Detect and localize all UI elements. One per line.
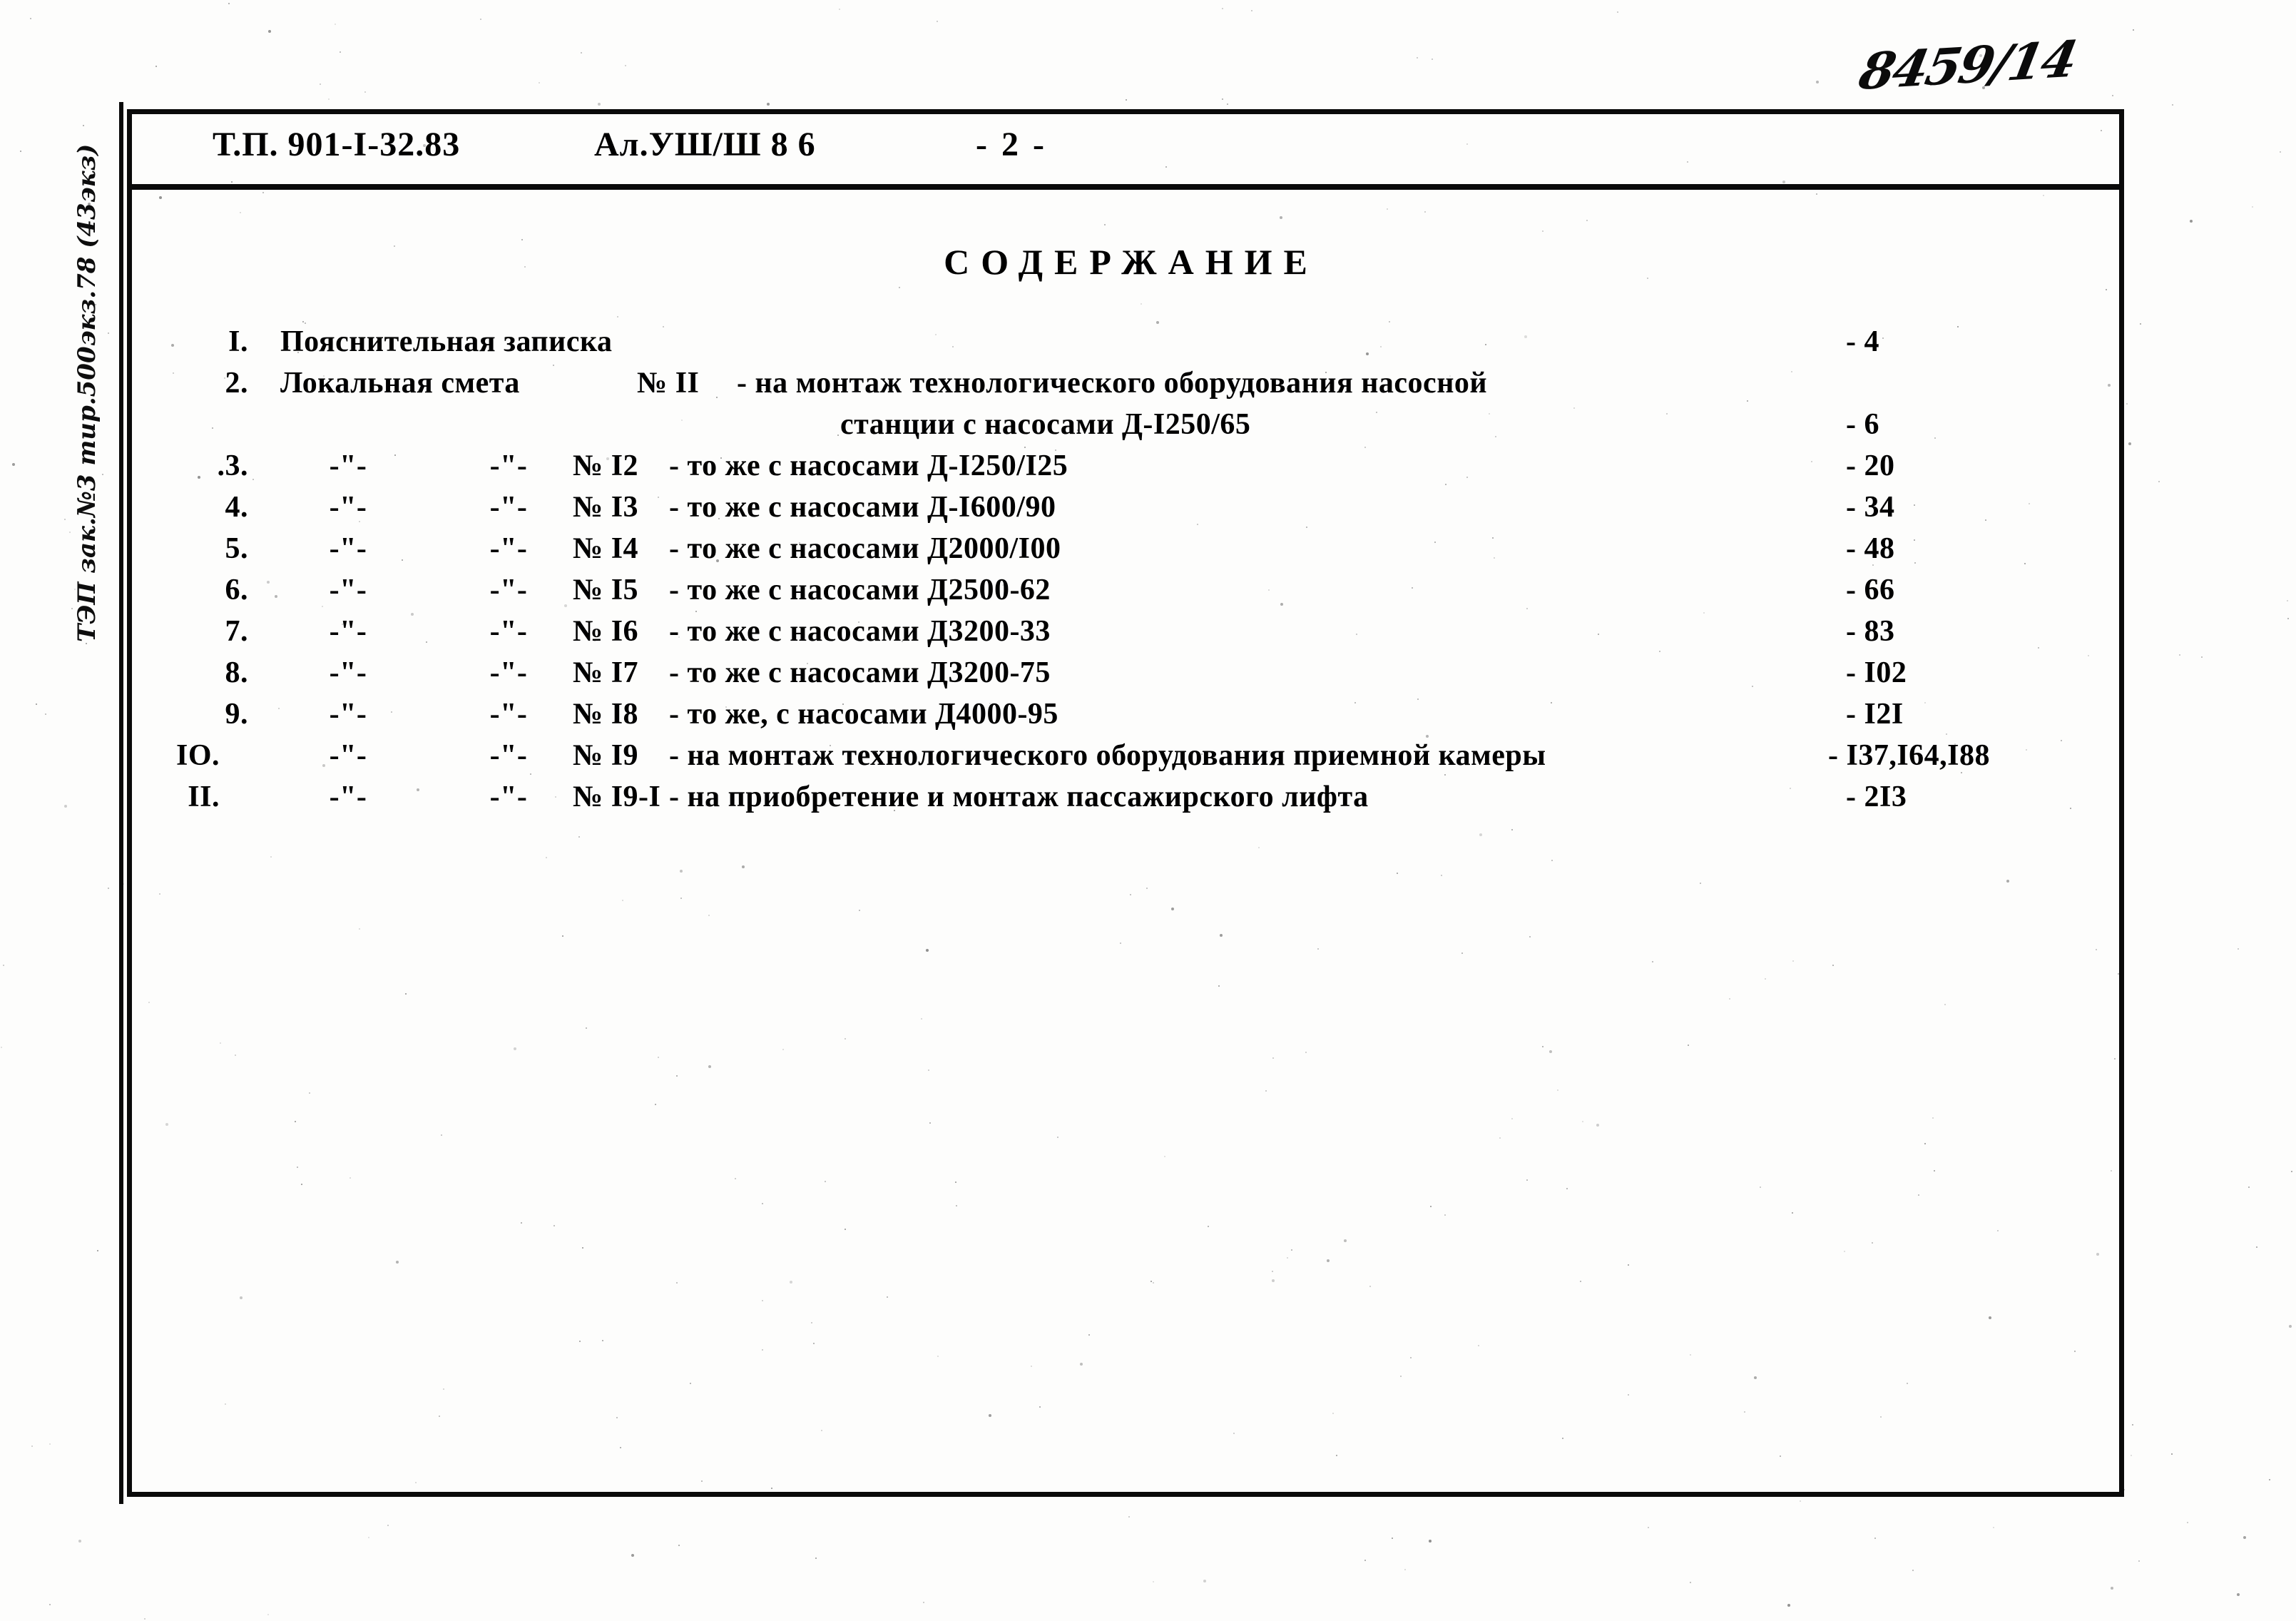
scanned-page: 8459/14 ТЭП зак.№3 тир.500экз.78 (43экз)… [0, 0, 2296, 1621]
toc-row-number: 2. [225, 367, 248, 400]
toc-item-number: № I4 [573, 532, 639, 565]
toc-row-description: - на приобретение и монтаж пассажирского… [669, 781, 1369, 813]
toc-row: .3. -"- -"- № I2 - то же с насосами Д-I2… [127, 449, 2124, 490]
toc-row: 9. -"- -"- № I8 - то же, с насосами Д400… [127, 697, 2124, 738]
toc-row-number: 9. [225, 698, 248, 731]
toc-row-number: 5. [225, 532, 248, 565]
ditto-mark: -"- [329, 491, 367, 524]
toc-row: II. -"- -"- № I9-I - на приобретение и м… [127, 780, 2124, 821]
toc-item-number: № I7 [573, 656, 639, 689]
toc-row-continuation: станции с насосами Д-I250/65 - 6 [127, 407, 2124, 449]
toc-row-description: - то же с насосами Д3200-33 [669, 615, 1051, 648]
toc-row-page: - I2I [1846, 698, 1904, 731]
toc-row: 5. -"- -"- № I4 - то же с насосами Д2000… [127, 532, 2124, 573]
ditto-mark: -"- [489, 781, 528, 813]
ditto-mark: -"- [489, 449, 528, 482]
ditto-mark: -"- [329, 574, 367, 606]
ditto-mark: -"- [329, 532, 367, 565]
toc-row-number: .3. [217, 449, 248, 482]
toc-row: 6. -"- -"- № I5 - то же с насосами Д2500… [127, 573, 2124, 614]
toc-item-number: № I5 [573, 574, 639, 606]
toc-row-page: - 66 [1846, 574, 1895, 606]
document-code: Т.П. 901-I-32.83 [213, 126, 461, 163]
toc-item-number: № I6 [573, 615, 639, 648]
toc-row-description: - то же с насосами Д-I600/90 [669, 491, 1056, 524]
toc-row-description: - на монтаж технологического оборудовани… [669, 739, 1546, 772]
toc-row-description: - то же, с насосами Д4000-95 [669, 698, 1058, 731]
toc-row: 4. -"- -"- № I3 - то же с насосами Д-I60… [127, 490, 2124, 532]
toc-item-number: № I9 [573, 739, 639, 772]
toc-row-number: IO. [175, 739, 220, 772]
toc-row-page: - 20 [1846, 449, 1895, 482]
handwritten-margin-note: ТЭП зак.№3 тир.500экз.78 (43экз) [73, 143, 101, 642]
page-marker: - 2 - [976, 126, 1047, 163]
toc-item-number: № I8 [573, 698, 639, 731]
ditto-mark: -"- [329, 615, 367, 648]
ditto-mark: -"- [329, 698, 367, 731]
toc-row-description: - то же с насосами Д3200-75 [669, 656, 1051, 689]
toc-item-number: № I9-I [573, 781, 661, 813]
toc-row-number: 8. [225, 656, 248, 689]
toc-row-description: - то же с насосами Д2000/I00 [669, 532, 1061, 565]
toc-row-label: Локальная смета [280, 367, 520, 400]
contents-heading: СОДЕРЖАНИЕ [944, 242, 1319, 282]
ditto-mark: -"- [329, 656, 367, 689]
header-band: Т.П. 901-I-32.83 Ал.УШ/Ш 8 6 - 2 - [127, 109, 2124, 190]
toc-row: I. Пояснительная записка - 4 [127, 325, 2124, 366]
toc-row-number: 6. [225, 574, 248, 606]
toc-row-description: - то же с насосами Д-I250/I25 [669, 449, 1068, 482]
ditto-mark: -"- [329, 449, 367, 482]
toc-row-page: - 48 [1846, 532, 1895, 565]
ditto-mark: -"- [489, 532, 528, 565]
toc-row-number: 7. [225, 615, 248, 648]
album-code: Ал.УШ/Ш 8 6 [594, 126, 816, 163]
toc-row-description: - то же с насосами Д2500-62 [669, 574, 1051, 606]
toc-item-number: № I2 [573, 449, 639, 482]
toc-item-number: № II [637, 367, 700, 400]
toc-row-page: - 83 [1846, 615, 1895, 648]
toc-item-number: № I3 [573, 491, 639, 524]
toc-row-page: - 4 [1846, 325, 1879, 358]
toc-row: 8. -"- -"- № I7 - то же с насосами Д3200… [127, 656, 2124, 697]
ditto-mark: -"- [489, 656, 528, 689]
toc-row-number: I. [228, 325, 248, 358]
ditto-mark: -"- [489, 698, 528, 731]
toc-row-number: II. [188, 781, 220, 813]
toc-row-page: - I37,I64,I88 [1828, 739, 1991, 772]
toc-row: IO. -"- -"- № I9 - на монтаж технологиче… [127, 738, 2124, 780]
toc-row-page: - 6 [1846, 408, 1879, 441]
ditto-mark: -"- [489, 574, 528, 606]
toc-row-page: - 34 [1846, 491, 1895, 524]
toc-row-page: - 2I3 [1846, 781, 1907, 813]
toc-row-title: Пояснительная записка [280, 325, 613, 358]
toc-row-number: 4. [225, 491, 248, 524]
ditto-mark: -"- [489, 739, 528, 772]
toc-row: 2. Локальная смета № II - на монтаж техн… [127, 366, 2124, 407]
toc-row-description: - на монтаж технологического оборудовани… [737, 367, 1488, 400]
handwritten-corner-number: 8459/14 [1854, 29, 2081, 101]
toc-row-continuation-text: станции с насосами Д-I250/65 [840, 408, 1251, 441]
ditto-mark: -"- [489, 615, 528, 648]
ditto-mark: -"- [489, 491, 528, 524]
table-of-contents: I. Пояснительная записка - 4 2. Локальна… [127, 325, 2124, 821]
ditto-mark: -"- [329, 739, 367, 772]
ditto-mark: -"- [329, 781, 367, 813]
toc-row-page: - I02 [1846, 656, 1907, 689]
toc-row: 7. -"- -"- № I6 - то же с насосами Д3200… [127, 614, 2124, 656]
